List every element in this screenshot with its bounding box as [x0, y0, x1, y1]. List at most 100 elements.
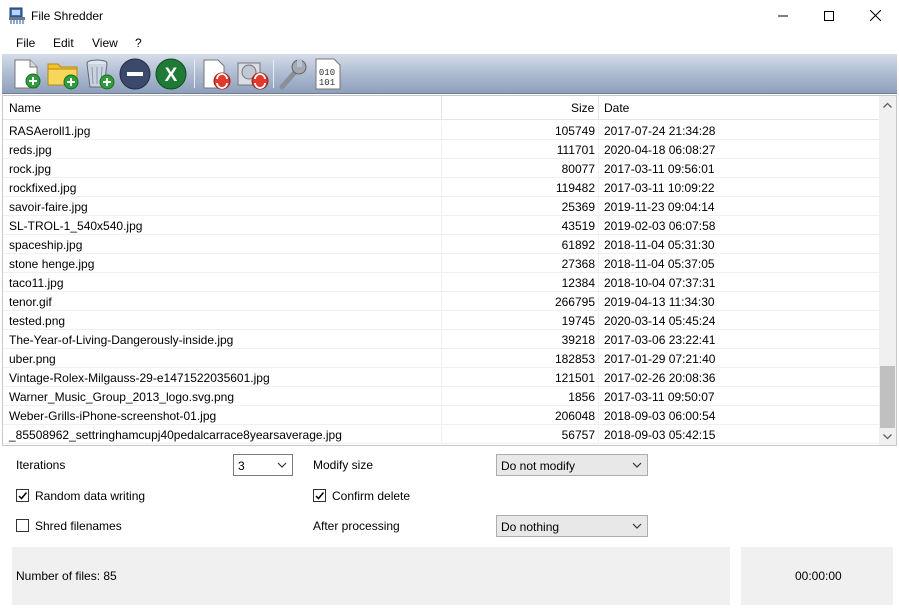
- table-row[interactable]: stone henge.jpg 27368 2018-11-04 05:37:05: [3, 254, 879, 273]
- file-date-cell: 2019-02-03 06:07:58: [604, 219, 716, 233]
- modify-size-label: Modify size: [313, 458, 374, 472]
- file-size-cell: 27368: [561, 257, 595, 271]
- file-size-cell: 266795: [554, 295, 595, 309]
- table-row[interactable]: Vintage-Rolex-Milgauss-29-e1471522035601…: [3, 368, 879, 387]
- binary-file-icon: 010 101: [315, 58, 341, 90]
- table-row[interactable]: rockfixed.jpg 119482 2017-03-11 10:09:22: [3, 178, 879, 197]
- scroll-down-button[interactable]: [879, 428, 896, 445]
- file-size-cell: 25369: [561, 200, 595, 214]
- add-file-button[interactable]: [10, 57, 44, 91]
- table-row[interactable]: savoir-faire.jpg 25369 2019-11-23 09:04:14: [3, 197, 879, 216]
- column-divider[interactable]: [441, 96, 442, 120]
- random-data-label[interactable]: Random data writing: [35, 489, 145, 503]
- toolbar-separator: [194, 60, 195, 88]
- add-folder-button[interactable]: [46, 57, 80, 91]
- file-name-cell: uber.png: [9, 352, 56, 366]
- settings-button[interactable]: [276, 57, 310, 91]
- column-header-size[interactable]: Size: [571, 101, 594, 115]
- column-divider[interactable]: [598, 96, 599, 120]
- file-name-cell: Weber-Grills-iPhone-screenshot-01.jpg: [9, 409, 217, 423]
- file-date-cell: 2018-09-03 06:00:54: [604, 409, 716, 423]
- table-row[interactable]: RASAeroll1.jpg 105749 2017-07-24 21:34:28: [3, 121, 879, 140]
- maximize-icon: [824, 10, 834, 21]
- scroll-up-button[interactable]: [879, 96, 896, 113]
- iterations-select[interactable]: 3: [233, 454, 293, 476]
- table-row[interactable]: spaceship.jpg 61892 2018-11-04 05:31:30: [3, 235, 879, 254]
- table-row[interactable]: tenor.gif 266795 2019-04-13 11:34:30: [3, 292, 879, 311]
- svg-text:010: 010: [319, 68, 335, 78]
- chevron-down-icon: [632, 462, 642, 468]
- table-row[interactable]: uber.png 182853 2017-01-29 07:21:40: [3, 349, 879, 368]
- file-rows: RASAeroll1.jpg 105749 2017-07-24 21:34:28 r…: [3, 121, 879, 444]
- minimize-button[interactable]: [760, 0, 806, 31]
- vertical-scrollbar[interactable]: [879, 96, 896, 445]
- file-date-cell: 2018-10-04 07:37:31: [604, 276, 716, 290]
- file-date-cell: 2018-09-03 05:42:15: [604, 428, 716, 442]
- file-size-cell: 105749: [554, 124, 595, 138]
- file-name-cell: tested.png: [9, 314, 66, 328]
- column-header-name[interactable]: Name: [9, 101, 41, 115]
- table-row[interactable]: reds.jpg 111701 2020-04-18 06:08:27: [3, 140, 879, 159]
- table-row[interactable]: rock.jpg 80077 2017-03-11 09:56:01: [3, 159, 879, 178]
- column-header-date[interactable]: Date: [604, 101, 629, 115]
- remove-button[interactable]: [118, 57, 152, 91]
- table-row[interactable]: tested.png 19745 2020-03-14 05:45:24: [3, 311, 879, 330]
- shred-files-button[interactable]: [200, 57, 234, 91]
- shred-filenames-label[interactable]: Shred filenames: [35, 519, 122, 533]
- table-row[interactable]: Warner_Music_Group_2013_logo.svg.png 1856…: [3, 387, 879, 406]
- svg-text:X: X: [165, 65, 178, 86]
- file-size-cell: 12384: [561, 276, 595, 290]
- table-row[interactable]: taco11.jpg 12384 2018-10-04 07:37:31: [3, 273, 879, 292]
- iterations-label: Iterations: [16, 458, 66, 472]
- random-data-checkbox[interactable]: [16, 489, 29, 502]
- file-name-cell: taco11.jpg: [9, 276, 64, 290]
- file-size-cell: 19745: [561, 314, 595, 328]
- modify-size-value: Do not modify: [501, 459, 576, 473]
- file-size-cell: 61892: [561, 238, 595, 252]
- file-date-cell: 2017-03-06 23:22:41: [604, 333, 716, 347]
- minimize-icon: [778, 15, 788, 16]
- file-name-cell: Warner_Music_Group_2013_logo.svg.png: [9, 390, 235, 404]
- table-row[interactable]: SL-TROL-1_540x540.jpg 43519 2019-02-03 06:…: [3, 216, 879, 235]
- file-size-cell: 121501: [554, 371, 595, 385]
- timer-text: 00:00:00: [795, 569, 842, 583]
- file-list[interactable]: Name Size Date RASAeroll1.jpg 105749 2017-…: [2, 95, 897, 446]
- add-recycle-bin-button[interactable]: [82, 57, 116, 91]
- after-processing-select[interactable]: Do nothing: [496, 515, 648, 537]
- file-date-cell: 2017-03-11 09:50:07: [604, 390, 715, 404]
- file-date-cell: 2018-11-04 05:31:30: [604, 238, 715, 252]
- shred-file-icon: [203, 59, 231, 90]
- menu-help[interactable]: ?: [135, 36, 142, 50]
- file-name-cell: _85508962_settringhamcupj40pedalcarrace8…: [9, 428, 342, 442]
- chevron-down-icon: [632, 523, 642, 529]
- table-row[interactable]: Weber-Grills-iPhone-screenshot-01.jpg 206…: [3, 406, 879, 425]
- menu-edit[interactable]: Edit: [53, 36, 74, 50]
- after-processing-label: After processing: [313, 519, 400, 533]
- files-count-text: Number of files: 85: [16, 569, 117, 583]
- file-name-cell: Vintage-Rolex-Milgauss-29-e1471522035601…: [9, 371, 270, 385]
- menu-file[interactable]: File: [16, 36, 35, 50]
- iterations-value: 3: [238, 459, 245, 473]
- shred-disk-button[interactable]: [236, 57, 270, 91]
- scrollbar-thumb[interactable]: [880, 366, 895, 428]
- file-size-cell: 80077: [561, 162, 595, 176]
- file-date-cell: 2018-11-04 05:37:05: [604, 257, 715, 271]
- clear-list-button[interactable]: X: [154, 57, 188, 91]
- add-file-icon: [14, 59, 41, 89]
- maximize-button[interactable]: [806, 0, 852, 31]
- menu-view[interactable]: View: [92, 36, 118, 50]
- binary-button[interactable]: 010 101: [312, 57, 346, 91]
- modify-size-select[interactable]: Do not modify: [496, 454, 648, 476]
- close-button[interactable]: [852, 0, 898, 31]
- file-size-cell: 182853: [554, 352, 595, 366]
- file-name-cell: rockfixed.jpg: [9, 181, 77, 195]
- table-row[interactable]: The-Year-of-Living-Dangerously-inside.jp…: [3, 330, 879, 349]
- file-size-cell: 39218: [561, 333, 595, 347]
- confirm-delete-label[interactable]: Confirm delete: [332, 489, 410, 503]
- file-date-cell: 2020-04-18 06:08:27: [604, 143, 716, 157]
- file-date-cell: 2017-02-26 20:08:36: [604, 371, 716, 385]
- confirm-delete-checkbox[interactable]: [313, 489, 326, 502]
- file-date-cell: 2017-07-24 21:34:28: [604, 124, 716, 138]
- table-row[interactable]: _85508962_settringhamcupj40pedalcarrace8…: [3, 425, 879, 444]
- shred-filenames-checkbox[interactable]: [16, 519, 29, 532]
